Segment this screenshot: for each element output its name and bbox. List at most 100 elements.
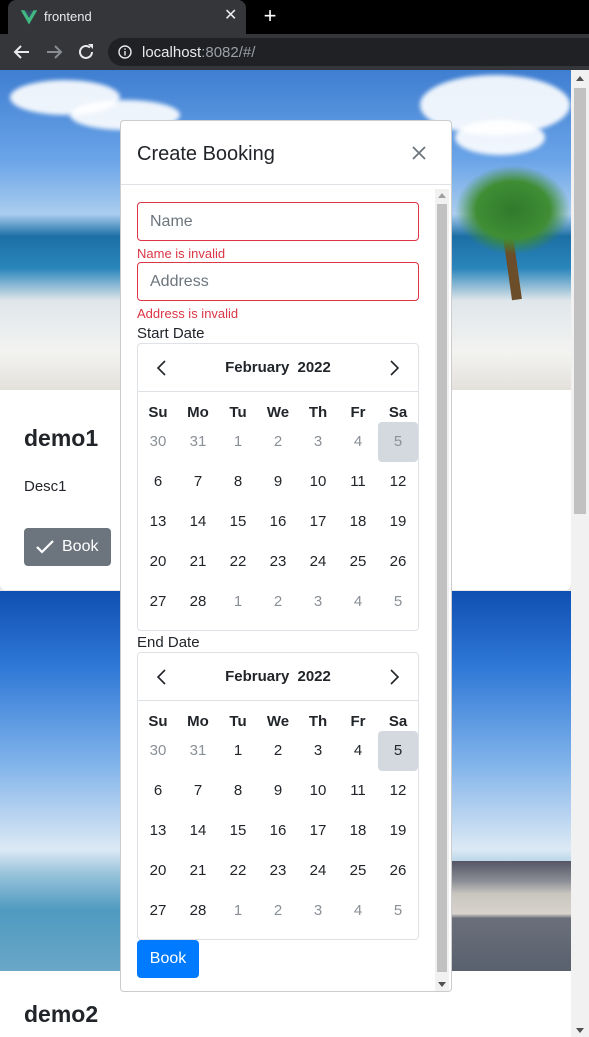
- calendar-day[interactable]: 27: [138, 891, 178, 931]
- calendar-day[interactable]: 27: [138, 582, 178, 622]
- calendar-day[interactable]: 24: [298, 851, 338, 891]
- calendar-day[interactable]: 21: [178, 851, 218, 891]
- calendar-day[interactable]: 30: [138, 422, 178, 462]
- calendar-day[interactable]: 20: [138, 851, 178, 891]
- browser-tab[interactable]: frontend ✕: [8, 0, 246, 34]
- chevron-right-icon[interactable]: [386, 669, 402, 685]
- calendar-day[interactable]: 4: [338, 731, 378, 771]
- calendar-day[interactable]: 13: [138, 502, 178, 542]
- calendar-day[interactable]: 30: [138, 731, 178, 771]
- calendar-day[interactable]: 3: [298, 891, 338, 931]
- calendar-day[interactable]: 12: [378, 771, 418, 811]
- calendar-day[interactable]: 2: [258, 422, 298, 462]
- name-field[interactable]: [137, 202, 419, 241]
- calendar-day[interactable]: 1: [218, 582, 258, 622]
- calendar-day[interactable]: 8: [218, 771, 258, 811]
- modal-scrollbar[interactable]: [435, 189, 449, 991]
- calendar-day[interactable]: 12: [378, 462, 418, 502]
- weekday-label: We: [266, 404, 290, 421]
- close-icon[interactable]: [411, 145, 427, 161]
- calendar-day[interactable]: 3: [298, 582, 338, 622]
- calendar-day[interactable]: 10: [298, 771, 338, 811]
- calendar-day[interactable]: 21: [178, 542, 218, 582]
- reload-icon[interactable]: [76, 42, 96, 62]
- chevron-right-icon[interactable]: [386, 360, 402, 376]
- calendar-day[interactable]: 5: [378, 582, 418, 622]
- scroll-down-icon[interactable]: [576, 1028, 584, 1033]
- calendar-day[interactable]: 9: [258, 771, 298, 811]
- name-input[interactable]: [138, 203, 418, 240]
- calendar-day[interactable]: 6: [138, 771, 178, 811]
- page-scroll-thumb[interactable]: [574, 88, 586, 514]
- scroll-up-icon[interactable]: [438, 193, 446, 198]
- calendar-day[interactable]: 28: [178, 891, 218, 931]
- calendar-day[interactable]: 9: [258, 462, 298, 502]
- calendar-day[interactable]: 1: [218, 422, 258, 462]
- calendar-day[interactable]: 14: [178, 502, 218, 542]
- calendar-day[interactable]: 17: [298, 502, 338, 542]
- calendar-day[interactable]: 1: [218, 891, 258, 931]
- address-field[interactable]: [137, 262, 419, 301]
- book-button-demo1[interactable]: Book: [24, 528, 111, 566]
- info-icon[interactable]: [118, 45, 132, 59]
- calendar-day[interactable]: 23: [258, 542, 298, 582]
- page-scrollbar[interactable]: [571, 70, 589, 1037]
- calendar-day[interactable]: 11: [338, 771, 378, 811]
- address-input[interactable]: [138, 263, 418, 300]
- calendar-day[interactable]: 4: [338, 422, 378, 462]
- address-bar[interactable]: localhost:8082/#/: [108, 38, 589, 66]
- calendar-day[interactable]: 17: [298, 811, 338, 851]
- calendar-day[interactable]: 5: [378, 891, 418, 931]
- calendar-day[interactable]: 5: [378, 422, 418, 462]
- calendar-day[interactable]: 19: [378, 811, 418, 851]
- calendar-day[interactable]: 26: [378, 851, 418, 891]
- calendar-day[interactable]: 10: [298, 462, 338, 502]
- calendar-day[interactable]: 16: [258, 502, 298, 542]
- book-button-label: Book: [62, 538, 99, 555]
- forward-arrow-icon[interactable]: [44, 42, 64, 62]
- calendar-day[interactable]: 19: [378, 502, 418, 542]
- calendar-day[interactable]: 2: [258, 582, 298, 622]
- modal-scroll-thumb[interactable]: [437, 204, 447, 972]
- calendar-day[interactable]: 6: [138, 462, 178, 502]
- calendar-day[interactable]: 15: [218, 811, 258, 851]
- calendar-day[interactable]: 26: [378, 542, 418, 582]
- calendar-day[interactable]: 28: [178, 582, 218, 622]
- back-arrow-icon[interactable]: [12, 42, 32, 62]
- calendar-day[interactable]: 18: [338, 502, 378, 542]
- calendar-day[interactable]: 13: [138, 811, 178, 851]
- calendar-day[interactable]: 25: [338, 542, 378, 582]
- calendar-day[interactable]: 24: [298, 542, 338, 582]
- calendar-day[interactable]: 1: [218, 731, 258, 771]
- calendar-day[interactable]: 11: [338, 462, 378, 502]
- calendar-day[interactable]: 3: [298, 731, 338, 771]
- calendar-day[interactable]: 7: [178, 462, 218, 502]
- page-content: demo1 Desc1 Book demo2 Create Booking Na…: [0, 70, 589, 1037]
- calendar-day[interactable]: 2: [258, 891, 298, 931]
- calendar-day[interactable]: 3: [298, 422, 338, 462]
- calendar-day[interactable]: 23: [258, 851, 298, 891]
- tab-close-icon[interactable]: ✕: [224, 7, 237, 25]
- calendar-header: February 2022: [138, 344, 418, 392]
- submit-book-button[interactable]: Book: [137, 940, 199, 978]
- calendar-day[interactable]: 4: [338, 582, 378, 622]
- calendar-day[interactable]: 15: [218, 502, 258, 542]
- scroll-up-icon[interactable]: [576, 76, 584, 81]
- calendar-day[interactable]: 22: [218, 851, 258, 891]
- calendar-day[interactable]: 14: [178, 811, 218, 851]
- calendar-day[interactable]: 8: [218, 462, 258, 502]
- scroll-down-icon[interactable]: [438, 982, 446, 987]
- new-tab-icon[interactable]: +: [260, 5, 280, 27]
- weekday-label: Th: [308, 713, 328, 730]
- calendar-day[interactable]: 16: [258, 811, 298, 851]
- calendar-day[interactable]: 25: [338, 851, 378, 891]
- calendar-day[interactable]: 22: [218, 542, 258, 582]
- calendar-day[interactable]: 4: [338, 891, 378, 931]
- calendar-day[interactable]: 18: [338, 811, 378, 851]
- calendar-day[interactable]: 7: [178, 771, 218, 811]
- calendar-day[interactable]: 20: [138, 542, 178, 582]
- calendar-day[interactable]: 5: [378, 731, 418, 771]
- calendar-day[interactable]: 31: [178, 731, 218, 771]
- calendar-day[interactable]: 31: [178, 422, 218, 462]
- calendar-day[interactable]: 2: [258, 731, 298, 771]
